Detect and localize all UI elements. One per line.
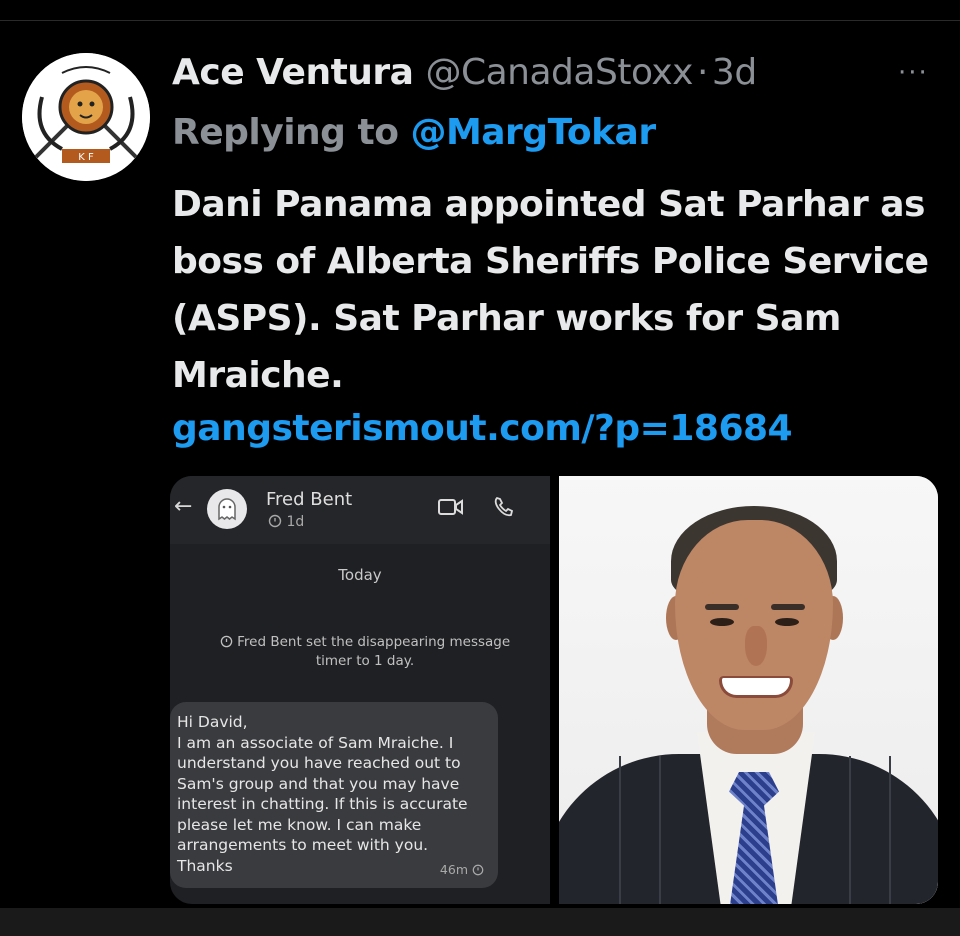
photo-eye (775, 618, 799, 626)
tweet-link[interactable]: gangsterismout.com/?p=18684 (172, 400, 793, 457)
contact-name: Fred Bent (266, 489, 353, 510)
display-name[interactable]: Ace Ventura (172, 52, 414, 93)
photo-suit-stripe (849, 756, 851, 904)
contact-timer: 1d (268, 514, 304, 530)
photo-forehead (699, 526, 807, 588)
system-message-text: Fred Bent set the disappearing message t… (237, 634, 511, 669)
ghost-avatar-icon (207, 489, 247, 529)
timer-icon (472, 864, 484, 876)
photo-brow (771, 604, 805, 610)
svg-text:K F: K F (78, 152, 94, 163)
message-text: Hi David, I am an associate of Sam Mraic… (177, 713, 468, 875)
message-time: 46m (440, 862, 484, 877)
photo-brow (705, 604, 739, 610)
photo-smile (719, 676, 793, 698)
day-label: Today (338, 566, 382, 584)
photo-suit-stripe (659, 756, 661, 904)
message-bubble: Hi David, I am an associate of Sam Mraic… (170, 702, 498, 888)
tweet-body: Dani Panama appointed Sat Parhar as boss… (172, 184, 929, 396)
separator-dot: · (696, 51, 708, 93)
replying-to-line: Replying to @MargTokar (172, 107, 656, 157)
system-message: Fred Bent set the disappearing message t… (210, 633, 520, 671)
more-options-icon[interactable]: ··· (898, 58, 929, 88)
photo-eye (710, 618, 734, 626)
message-time-value: 46m (439, 862, 469, 877)
video-call-icon (438, 499, 463, 515)
photo-suit-stripe (619, 756, 621, 904)
portrait-photo[interactable] (559, 476, 938, 904)
photo-nose (745, 626, 767, 666)
chat-header: ← Fred Bent 1d (170, 476, 550, 544)
profile-avatar[interactable]: K F (22, 53, 150, 181)
replying-to-mention[interactable]: @MargTokar (410, 112, 656, 153)
contact-timer-value: 1d (286, 514, 305, 530)
photo-suit-stripe (889, 756, 891, 904)
top-divider (0, 0, 960, 21)
phone-call-icon (494, 496, 514, 517)
replying-to-label: Replying to (172, 111, 399, 153)
user-handle[interactable]: @CanadaStoxx (425, 52, 693, 93)
lion-emblem-logo-icon: K F (22, 53, 150, 181)
media-grid: ← Fred Bent 1d Today Fred Bent set the d… (170, 476, 938, 904)
timer-icon (268, 514, 282, 528)
chat-screenshot-image[interactable]: ← Fred Bent 1d Today Fred Bent set the d… (170, 476, 550, 904)
tweet-header: Ace Ventura @CanadaStoxx · 3d (172, 47, 757, 97)
back-arrow-icon: ← (174, 494, 193, 519)
bottom-bar (0, 908, 960, 936)
tweet-age[interactable]: 3d (712, 52, 757, 93)
timer-icon (220, 635, 233, 648)
